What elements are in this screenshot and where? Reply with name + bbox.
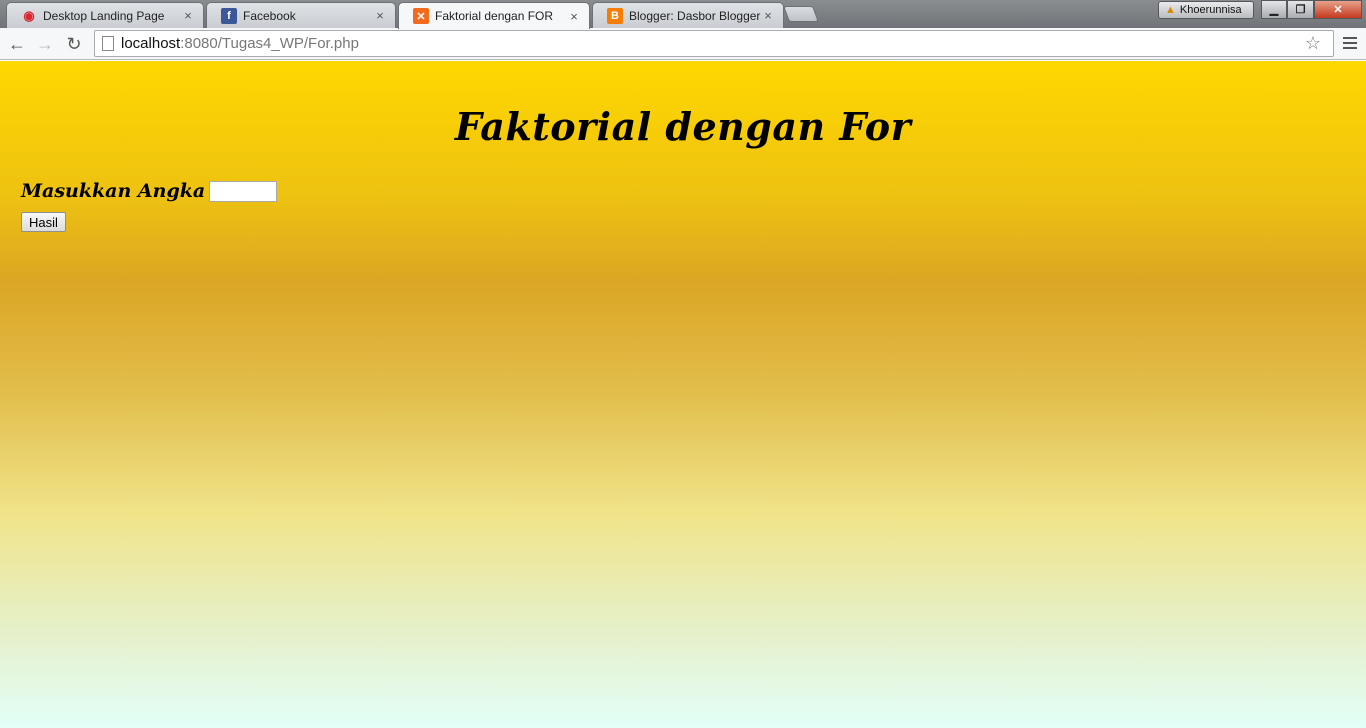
tab-faktorial-dengan-for[interactable]: ✕ Faktorial dengan FOR × — [398, 2, 590, 29]
close-icon[interactable]: × — [181, 8, 195, 23]
tab-blogger-dasbor[interactable]: B Blogger: Dasbor Blogger × — [592, 2, 784, 28]
minimize-icon: ▁ — [1269, 4, 1279, 16]
close-window-button[interactable]: ✕ — [1314, 0, 1362, 19]
page-title: Faktorial dengan For — [454, 104, 912, 149]
arrow-right-icon: → — [36, 33, 54, 54]
close-icon[interactable]: × — [567, 9, 581, 24]
new-tab-button[interactable] — [783, 6, 819, 22]
number-input-label: Masukkan Angka — [21, 180, 206, 202]
menu-bar-1 — [1343, 37, 1357, 39]
close-icon[interactable]: × — [761, 8, 775, 23]
profile-name: Khoerunnisa — [1179, 4, 1242, 16]
xampp-icon: ✕ — [413, 8, 429, 24]
minimize-button[interactable]: ▁ — [1261, 0, 1287, 19]
hasil-button[interactable]: Hasil — [21, 212, 66, 232]
tab-title: Facebook — [243, 8, 296, 23]
wifi-icon: ◉ — [23, 7, 35, 23]
close-icon[interactable]: × — [373, 8, 387, 23]
back-button[interactable]: ← — [5, 32, 29, 56]
factorial-form: Masukkan Angka — [21, 180, 278, 202]
tab-desktop-landing-page[interactable]: ◉ Desktop Landing Page × — [6, 2, 204, 28]
reload-icon: ↻ — [66, 33, 82, 54]
warning-icon: ▲ — [1165, 4, 1176, 16]
title-bar: ◉ Desktop Landing Page × f Facebook × ✕ … — [0, 0, 1366, 29]
bookmark-star-icon[interactable]: ☆ — [1305, 33, 1321, 54]
page-viewport: Faktorial dengan For Masukkan Angka Hasi… — [0, 61, 1366, 728]
tab-title: Faktorial dengan FOR — [435, 9, 554, 23]
url-host: localhost — [121, 35, 181, 52]
number-input[interactable] — [209, 180, 278, 202]
restore-icon: ❐ — [1295, 4, 1306, 16]
maximize-button[interactable]: ❐ — [1287, 0, 1314, 19]
profile-button[interactable]: ▲ Khoerunnisa — [1158, 1, 1254, 19]
tab-title: Blogger: Dasbor Blogger — [629, 8, 761, 23]
reload-button[interactable]: ↻ — [62, 32, 86, 56]
facebook-icon: f — [221, 7, 237, 24]
address-bar[interactable]: localhost:8080/Tugas4_WP/For.php ☆ — [94, 30, 1334, 57]
browser-toolbar: ← → ↻ localhost:8080/Tugas4_WP/For.php ☆ — [0, 28, 1366, 60]
tab-title: Desktop Landing Page — [43, 8, 165, 23]
page-icon — [102, 36, 114, 51]
menu-bar-3 — [1343, 47, 1357, 49]
blogger-icon: B — [607, 7, 623, 24]
close-icon: ✕ — [1333, 4, 1343, 16]
url-path: :8080/Tugas4_WP/For.php — [180, 35, 359, 52]
chrome-menu-button[interactable] — [1340, 33, 1360, 53]
menu-bar-2 — [1343, 42, 1357, 44]
arrow-left-icon: ← — [8, 33, 26, 54]
forward-button[interactable]: → — [33, 32, 57, 56]
tab-facebook[interactable]: f Facebook × — [206, 2, 396, 28]
